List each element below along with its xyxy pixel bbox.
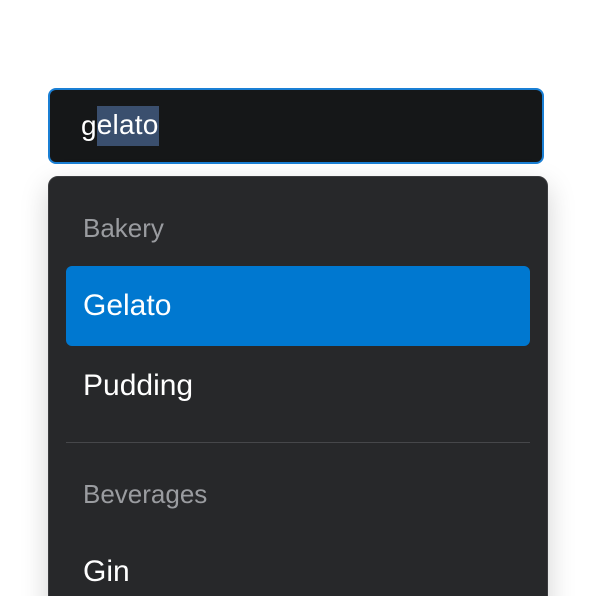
combobox-demo: g elato Bakery Gelato Pudding Beverages G…: [0, 0, 596, 596]
group-label-bakery: Bakery: [83, 213, 164, 243]
suggestions-listbox: Bakery Gelato Pudding Beverages Gin: [48, 176, 548, 596]
group-label-beverages: Beverages: [83, 479, 208, 509]
search-combobox-input[interactable]: g elato: [48, 88, 544, 164]
option-pudding[interactable]: Pudding: [66, 346, 530, 426]
group-divider: [66, 442, 530, 443]
autocomplete-selected-text: elato: [96, 106, 159, 146]
typed-text: g: [81, 110, 97, 141]
option-gin[interactable]: Gin: [66, 532, 530, 596]
option-label: Gin: [83, 555, 130, 588]
option-gelato[interactable]: Gelato: [66, 266, 530, 346]
option-label: Pudding: [83, 369, 194, 402]
option-label: Gelato: [83, 289, 172, 322]
